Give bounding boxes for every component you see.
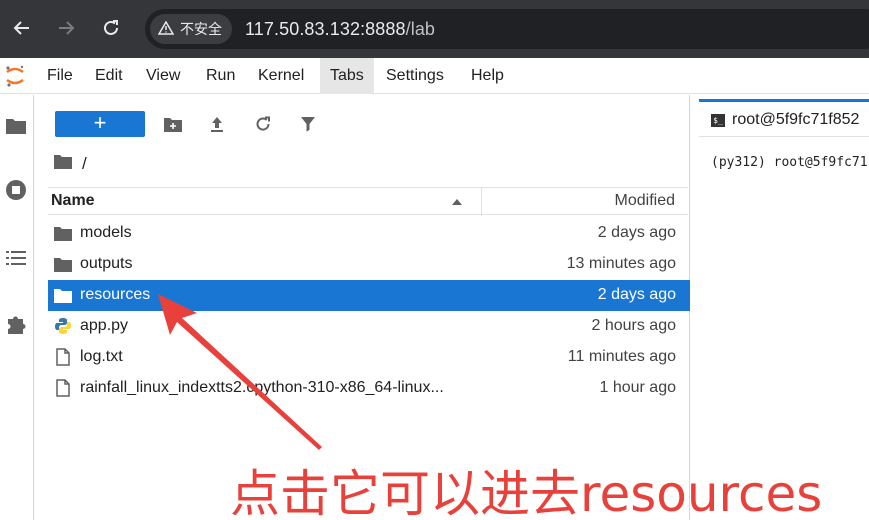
list-item-selected[interactable]: resources 2 days ago [48,280,690,311]
terminal-icon: $_ [711,114,725,127]
tab-terminal[interactable]: $_ root@5f9fc71f852 [699,99,869,137]
annotation-text: 点击它可以进去resources [230,465,823,520]
warning-icon [157,20,175,38]
file-modified: 11 minutes ago [567,348,676,365]
name-column-header[interactable]: Name [51,192,95,210]
refresh-icon[interactable] [252,113,274,135]
file-modified: 2 days ago [597,286,676,303]
sort-ascending-icon[interactable] [452,199,462,205]
menu-help[interactable]: Help [461,58,514,94]
breadcrumb-path[interactable]: / [82,154,87,174]
python-file-icon [53,316,73,336]
new-launcher-button[interactable]: + [55,111,145,137]
filter-icon[interactable] [297,113,319,135]
folder-icon [53,285,73,305]
terminal-prompt[interactable]: (py312) root@5f9fc71 [711,155,868,170]
terminal-tab-label: root@5f9fc71f852 [732,111,860,128]
activity-bar [0,95,34,520]
home-folder-icon[interactable] [54,154,72,174]
text-file-icon [53,347,73,367]
file-modified: 2 hours ago [591,317,676,334]
file-browser-icon[interactable] [3,113,29,139]
menu-settings[interactable]: Settings [376,58,454,94]
table-of-contents-icon[interactable] [3,245,29,271]
reload-icon[interactable] [97,14,125,42]
file-name: models [80,224,132,241]
file-modified: 1 hour ago [599,379,676,396]
list-item[interactable]: models 2 days ago [48,218,690,249]
security-chip[interactable]: 不安全 [150,14,232,44]
jupyter-logo-icon [4,64,26,88]
list-item[interactable]: log.txt 11 minutes ago [48,342,690,373]
list-item[interactable]: rainfall_linux_indextts2.cpython-310-x86… [48,373,690,404]
file-name: outputs [80,255,133,272]
generic-file-icon [53,378,73,398]
list-item[interactable]: app.py 2 hours ago [48,311,690,342]
security-label: 不安全 [180,21,222,37]
back-icon[interactable] [8,14,36,42]
folder-icon [53,223,73,243]
new-folder-icon[interactable] [162,113,184,135]
menu-view[interactable]: View [136,58,190,94]
menu-tabs[interactable]: Tabs [320,58,374,94]
file-name: resources [80,286,151,303]
running-sessions-icon[interactable] [3,177,29,203]
modified-column-header[interactable]: Modified [615,192,675,210]
menu-kernel[interactable]: Kernel [248,58,314,94]
upload-icon[interactable] [206,113,228,135]
file-name: rainfall_linux_indextts2.cpython-310-x86… [80,379,444,396]
file-name: app.py [80,317,129,334]
folder-icon [53,254,73,274]
browser-toolbar: 不安全 117.50.83.132:8888/lab [0,0,869,58]
column-divider[interactable] [481,188,482,216]
address-bar[interactable]: 不安全 117.50.83.132:8888/lab [145,9,869,49]
breadcrumb: / [54,153,87,175]
url-host: 117.50.83.132:8888 [245,19,406,39]
file-modified: 2 days ago [597,224,676,241]
file-modified: 13 minutes ago [566,255,676,272]
menu-run[interactable]: Run [196,58,245,94]
file-name: log.txt [80,348,123,365]
menu-file[interactable]: File [37,58,83,94]
forward-icon[interactable] [52,14,80,42]
list-item[interactable]: outputs 13 minutes ago [48,249,690,280]
url-path: /lab [405,19,436,39]
extensions-icon[interactable] [3,311,29,337]
menu-edit[interactable]: Edit [85,58,133,94]
menu-bar: File Edit View Run Kernel Tabs Settings … [0,58,869,94]
url-text: 117.50.83.132:8888/lab [245,19,435,40]
file-list-header: Name Modified [48,187,688,216]
